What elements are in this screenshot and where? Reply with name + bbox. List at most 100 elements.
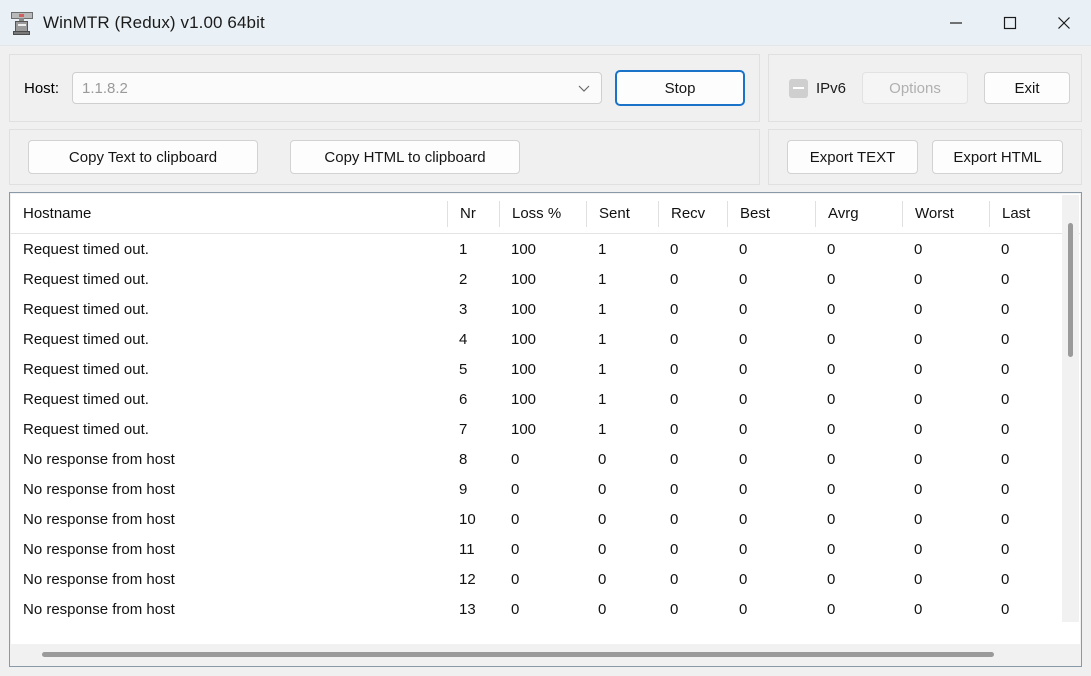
- cell-best: 0: [739, 390, 748, 408]
- cell-sent: 1: [598, 390, 607, 408]
- cell-avrg: 0: [827, 510, 836, 528]
- cell-avrg: 0: [827, 540, 836, 558]
- cell-sent: 1: [598, 330, 607, 348]
- winmtr-window: WinMTR (Redux) v1.00 64bit Host: 1.1.8.2…: [0, 0, 1091, 676]
- cell-nr: 11: [459, 540, 475, 558]
- vertical-scrollbar[interactable]: [1062, 195, 1079, 622]
- cell-worst: 0: [914, 540, 923, 558]
- column-header-loss[interactable]: Loss %: [499, 200, 586, 227]
- cell-best: 0: [739, 480, 748, 498]
- cell-hostname: Request timed out.: [23, 330, 149, 348]
- copy-html-button[interactable]: Copy HTML to clipboard: [290, 140, 520, 174]
- options-button[interactable]: Options: [862, 72, 969, 104]
- table-row[interactable]: Request timed out. 1 100 1 0 0 0 0 0: [11, 234, 1080, 264]
- winmtr-app-icon: [11, 10, 33, 36]
- table-row[interactable]: Request timed out. 4 100 1 0 0 0 0 0: [11, 324, 1080, 354]
- cell-nr: 12: [459, 570, 476, 588]
- cell-worst: 0: [914, 240, 923, 258]
- stop-button[interactable]: Stop: [615, 70, 745, 106]
- cell-avrg: 0: [827, 600, 836, 618]
- toolbar-row: Copy Text to clipboard Copy HTML to clip…: [0, 122, 1091, 185]
- host-label: Host:: [24, 79, 60, 97]
- cell-nr: 3: [459, 300, 468, 318]
- window-title: WinMTR (Redux) v1.00 64bit: [43, 12, 265, 32]
- minimize-button[interactable]: [929, 0, 983, 45]
- cell-nr: 4: [459, 330, 468, 348]
- cell-hostname: No response from host: [23, 480, 175, 498]
- table-row[interactable]: Request timed out. 2 100 1 0 0 0 0 0: [11, 264, 1080, 294]
- cell-sent: 0: [598, 540, 607, 558]
- cell-loss: 100: [511, 270, 537, 288]
- cell-recv: 0: [670, 270, 679, 288]
- cell-best: 0: [739, 540, 748, 558]
- table-row[interactable]: Request timed out. 6 100 1 0 0 0 0 0: [11, 384, 1080, 414]
- cell-best: 0: [739, 450, 748, 468]
- cell-worst: 0: [914, 360, 923, 378]
- horizontal-scrollbar[interactable]: [11, 644, 1080, 665]
- maximize-button[interactable]: [983, 0, 1037, 45]
- column-header-best[interactable]: Best: [727, 200, 815, 227]
- cell-loss: 0: [511, 480, 520, 498]
- cell-sent: 0: [598, 450, 607, 468]
- ipv6-checkbox-box[interactable]: [789, 78, 808, 98]
- table-row[interactable]: Request timed out. 3 100 1 0 0 0 0 0: [11, 294, 1080, 324]
- export-text-button[interactable]: Export TEXT: [787, 140, 918, 174]
- cell-nr: 2: [459, 270, 468, 288]
- table-header-row: Hostname Nr Loss % Sent Recv Best Avrg W…: [11, 194, 1080, 234]
- cell-worst: 0: [914, 510, 923, 528]
- column-header-hostname[interactable]: Hostname: [11, 201, 447, 227]
- cell-nr: 8: [459, 450, 468, 468]
- cell-recv: 0: [670, 600, 679, 618]
- table-row[interactable]: No response from host 8 0 0 0 0 0 0 0: [11, 444, 1080, 474]
- column-header-last[interactable]: Last: [989, 200, 1069, 227]
- cell-hostname: Request timed out.: [23, 420, 149, 438]
- horizontal-scrollbar-thumb[interactable]: [42, 652, 994, 657]
- cell-best: 0: [739, 240, 748, 258]
- column-header-worst[interactable]: Worst: [902, 200, 989, 227]
- table-row[interactable]: Request timed out. 5 100 1 0 0 0 0 0: [11, 354, 1080, 384]
- window-controls: [929, 0, 1091, 45]
- cell-recv: 0: [670, 240, 679, 258]
- cell-hostname: Request timed out.: [23, 360, 149, 378]
- table-row[interactable]: No response from host 11 0 0 0 0 0 0 0: [11, 534, 1080, 564]
- cell-last: 0: [1001, 450, 1010, 468]
- cell-avrg: 0: [827, 240, 836, 258]
- column-header-avrg[interactable]: Avrg: [815, 200, 902, 227]
- vertical-scrollbar-thumb[interactable]: [1068, 223, 1073, 357]
- cell-best: 0: [739, 300, 748, 318]
- table-row[interactable]: No response from host 13 0 0 0 0 0 0 0: [11, 594, 1080, 624]
- cell-loss: 100: [511, 360, 537, 378]
- host-input[interactable]: 1.1.8.2: [73, 80, 567, 97]
- cell-avrg: 0: [827, 300, 836, 318]
- table-row[interactable]: No response from host 12 0 0 0 0 0 0 0: [11, 564, 1080, 594]
- copy-text-button[interactable]: Copy Text to clipboard: [28, 140, 258, 174]
- cell-loss: 0: [511, 540, 520, 558]
- cell-hostname: Request timed out.: [23, 300, 149, 318]
- cell-loss: 100: [511, 390, 537, 408]
- cell-last: 0: [1001, 390, 1010, 408]
- chevron-down-icon[interactable]: [567, 80, 601, 96]
- column-header-sent[interactable]: Sent: [586, 200, 658, 227]
- column-header-recv[interactable]: Recv: [658, 200, 727, 227]
- cell-last: 0: [1001, 600, 1010, 618]
- cell-last: 0: [1001, 300, 1010, 318]
- cell-best: 0: [739, 420, 748, 438]
- table-row[interactable]: No response from host 10 0 0 0 0 0 0 0: [11, 504, 1080, 534]
- cell-last: 0: [1001, 480, 1010, 498]
- cell-hostname: No response from host: [23, 570, 175, 588]
- table-row[interactable]: No response from host 9 0 0 0 0 0 0 0: [11, 474, 1080, 504]
- close-button[interactable]: [1037, 0, 1091, 45]
- host-group: Host: 1.1.8.2 Stop: [9, 54, 760, 122]
- export-html-button[interactable]: Export HTML: [932, 140, 1063, 174]
- maximize-icon: [1003, 16, 1017, 29]
- exit-button[interactable]: Exit: [984, 72, 1071, 104]
- cell-loss: 0: [511, 450, 520, 468]
- cell-nr: 6: [459, 390, 468, 408]
- cell-avrg: 0: [827, 330, 836, 348]
- cell-avrg: 0: [827, 390, 836, 408]
- column-header-nr[interactable]: Nr: [447, 200, 499, 227]
- table-row[interactable]: Request timed out. 7 100 1 0 0 0 0 0: [11, 414, 1080, 444]
- host-combobox[interactable]: 1.1.8.2: [72, 72, 602, 104]
- cell-recv: 0: [670, 570, 679, 588]
- ipv6-checkbox[interactable]: IPv6: [789, 78, 846, 98]
